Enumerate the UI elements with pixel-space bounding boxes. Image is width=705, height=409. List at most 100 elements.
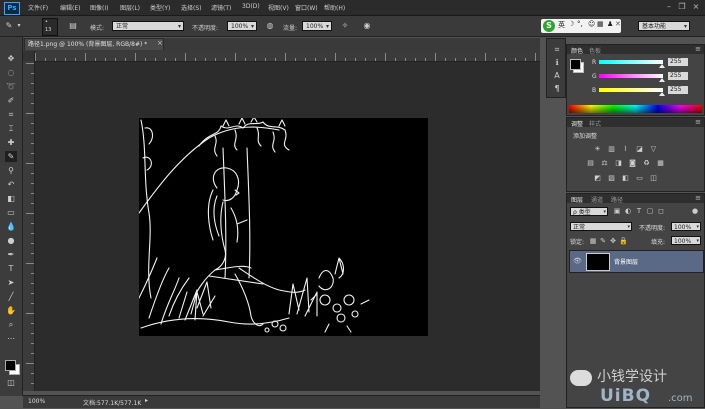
move-tool-icon[interactable]: ✥ (5, 53, 17, 64)
pixel-filter-icon[interactable]: ▣ (613, 207, 621, 215)
tab-swatches[interactable]: 色板 (589, 46, 601, 55)
user-icon[interactable]: ♟ (607, 20, 613, 28)
r-slider[interactable] (599, 60, 663, 64)
menu-file[interactable]: 文件(F) (28, 3, 48, 12)
menu-window[interactable]: 窗口(W) (295, 3, 318, 12)
keyboard-icon[interactable]: ▦ (597, 20, 604, 28)
airbrush-icon[interactable]: ✧ (340, 21, 350, 31)
marquee-tool-icon[interactable]: ◌ (5, 67, 17, 78)
minimize-icon[interactable]: – (664, 2, 674, 12)
tab-adjustments[interactable]: 调整 (571, 119, 583, 128)
channel-mixer-icon[interactable]: ♻ (642, 159, 651, 168)
restore-icon[interactable]: ❐ (677, 2, 687, 12)
path-select-tool-icon[interactable]: ➤ (5, 277, 17, 288)
foreground-color-swatch[interactable] (5, 360, 16, 371)
panel-menu-icon[interactable]: ≡ (695, 45, 701, 53)
more-tools-icon[interactable]: ⋯ (5, 333, 17, 344)
stamp-tool-icon[interactable]: ⚲ (5, 165, 17, 176)
menu-filter[interactable]: 滤镜(T) (211, 3, 231, 12)
close-window-icon[interactable]: × (691, 2, 701, 12)
menu-image[interactable]: 图像(I) (90, 3, 108, 12)
menu-edit[interactable]: 编辑(E) (60, 3, 80, 12)
blur-tool-icon[interactable]: 💧 (5, 221, 17, 232)
menu-select[interactable]: 选择(S) (181, 3, 202, 12)
pen-tool-icon[interactable]: ✒ (5, 249, 17, 260)
hand-tool-icon[interactable]: ✋ (5, 305, 17, 316)
tab-channels[interactable]: 通道 (591, 195, 603, 204)
opacity-input[interactable]: 100% (227, 21, 257, 32)
zoom-level[interactable]: 100% (28, 398, 45, 405)
mode-select[interactable]: 正常 (112, 21, 184, 32)
status-menu-arrow-icon[interactable]: ▸ (145, 397, 148, 404)
menu-help[interactable]: 帮助(H) (324, 3, 345, 12)
chevron-down-icon[interactable]: ▾ (14, 21, 24, 31)
ime-mode[interactable]: 英 (558, 20, 565, 30)
workspace-select[interactable]: 基本功能 (638, 21, 690, 32)
curves-icon[interactable]: ⌇ (621, 145, 630, 154)
r-slider-handle[interactable] (659, 64, 665, 68)
adjustment-filter-icon[interactable]: ◐ (624, 207, 632, 215)
color-lookup-icon[interactable]: ▦ (656, 159, 665, 168)
posterize-icon[interactable]: ▨ (607, 174, 616, 183)
properties-panel-icon[interactable]: ℹ (552, 58, 562, 68)
gradient-tool-icon[interactable]: ▭ (5, 207, 17, 218)
b-slider[interactable] (599, 88, 663, 92)
type-tool-icon[interactable]: T (5, 263, 17, 274)
eye-icon[interactable]: 👁 (573, 257, 582, 265)
menu-3d[interactable]: 3D(D) (242, 3, 260, 10)
character-panel-icon[interactable]: A (552, 71, 562, 81)
settings-icon[interactable]: ✕ (615, 20, 621, 28)
blend-mode-select[interactable]: 正常 (570, 222, 632, 232)
history-panel-icon[interactable]: ⌗ (552, 45, 562, 55)
pressure-opacity-icon[interactable]: ◍ (265, 21, 275, 31)
menu-view[interactable]: 视图(V) (268, 3, 289, 12)
lock-paint-icon[interactable]: ✎ (599, 237, 607, 245)
gradient-map-icon[interactable]: ▭ (635, 174, 644, 183)
g-slider-handle[interactable] (659, 78, 665, 82)
hue-saturation-icon[interactable]: ▤ (586, 159, 595, 168)
layer-row[interactable]: 👁 背景图层 (569, 250, 704, 273)
document-tab[interactable]: 路径1.png @ 100% (背景图层, RGB/8#) * (24, 38, 164, 50)
brightness-icon[interactable]: ☀ (593, 145, 602, 154)
eraser-tool-icon[interactable]: ◧ (5, 193, 17, 204)
fill-input[interactable]: 100% (671, 236, 701, 246)
layer-name[interactable]: 背景图层 (614, 257, 638, 266)
zoom-tool-icon[interactable]: ⌕ (5, 319, 17, 330)
brush-preset-picker[interactable]: • 13 (42, 18, 58, 36)
type-filter-icon[interactable]: T (635, 207, 643, 215)
lock-position-icon[interactable]: ✥ (609, 237, 617, 245)
shape-filter-icon[interactable]: ▢ (646, 207, 654, 215)
black-white-icon[interactable]: ◨ (614, 159, 623, 168)
lock-pixels-icon[interactable]: ▦ (589, 237, 597, 245)
foreground-color-swatch[interactable] (570, 59, 581, 70)
layer-filter-select[interactable]: ρ 类型 (570, 207, 608, 217)
filter-toggle-icon[interactable]: ● (691, 207, 699, 215)
lock-all-icon[interactable]: 🔒 (619, 237, 628, 245)
quick-select-tool-icon[interactable]: ✐ (5, 95, 17, 106)
pressure-size-icon[interactable]: ◉ (362, 21, 372, 31)
panel-menu-icon[interactable]: ≡ (695, 194, 701, 202)
brush-tool-icon[interactable]: ✎ (5, 151, 17, 162)
menu-layer[interactable]: 图层(L) (120, 3, 140, 12)
paragraph-panel-icon[interactable]: ¶ (552, 84, 562, 94)
g-value-input[interactable]: 255 (668, 72, 688, 80)
crop-tool-icon[interactable]: ⌗ (5, 109, 17, 120)
tab-color[interactable]: 颜色 (571, 46, 583, 55)
tab-layers[interactable]: 图层 (571, 195, 583, 204)
layer-opacity-input[interactable]: 100% (671, 222, 701, 232)
b-value-input[interactable]: 255 (668, 86, 688, 94)
levels-icon[interactable]: ▥ (607, 145, 616, 154)
smart-object-filter-icon[interactable]: ◻ (657, 207, 665, 215)
tab-styles[interactable]: 样式 (589, 119, 601, 128)
moon-icon[interactable]: ☽ (568, 20, 574, 28)
photo-filter-icon[interactable]: ◙ (628, 159, 637, 168)
quick-mask-icon[interactable]: ◫ (5, 377, 17, 388)
punctuation-icon[interactable]: °, (577, 20, 583, 28)
eyedropper-tool-icon[interactable]: ⌶ (5, 123, 17, 134)
history-brush-tool-icon[interactable]: ↶ (5, 179, 17, 190)
close-icon[interactable]: × (157, 39, 163, 47)
g-slider[interactable] (599, 74, 663, 78)
dodge-tool-icon[interactable]: ● (5, 235, 17, 246)
lasso-tool-icon[interactable]: ➰ (5, 81, 17, 92)
brush-tool-icon[interactable]: ✎ (4, 21, 14, 31)
